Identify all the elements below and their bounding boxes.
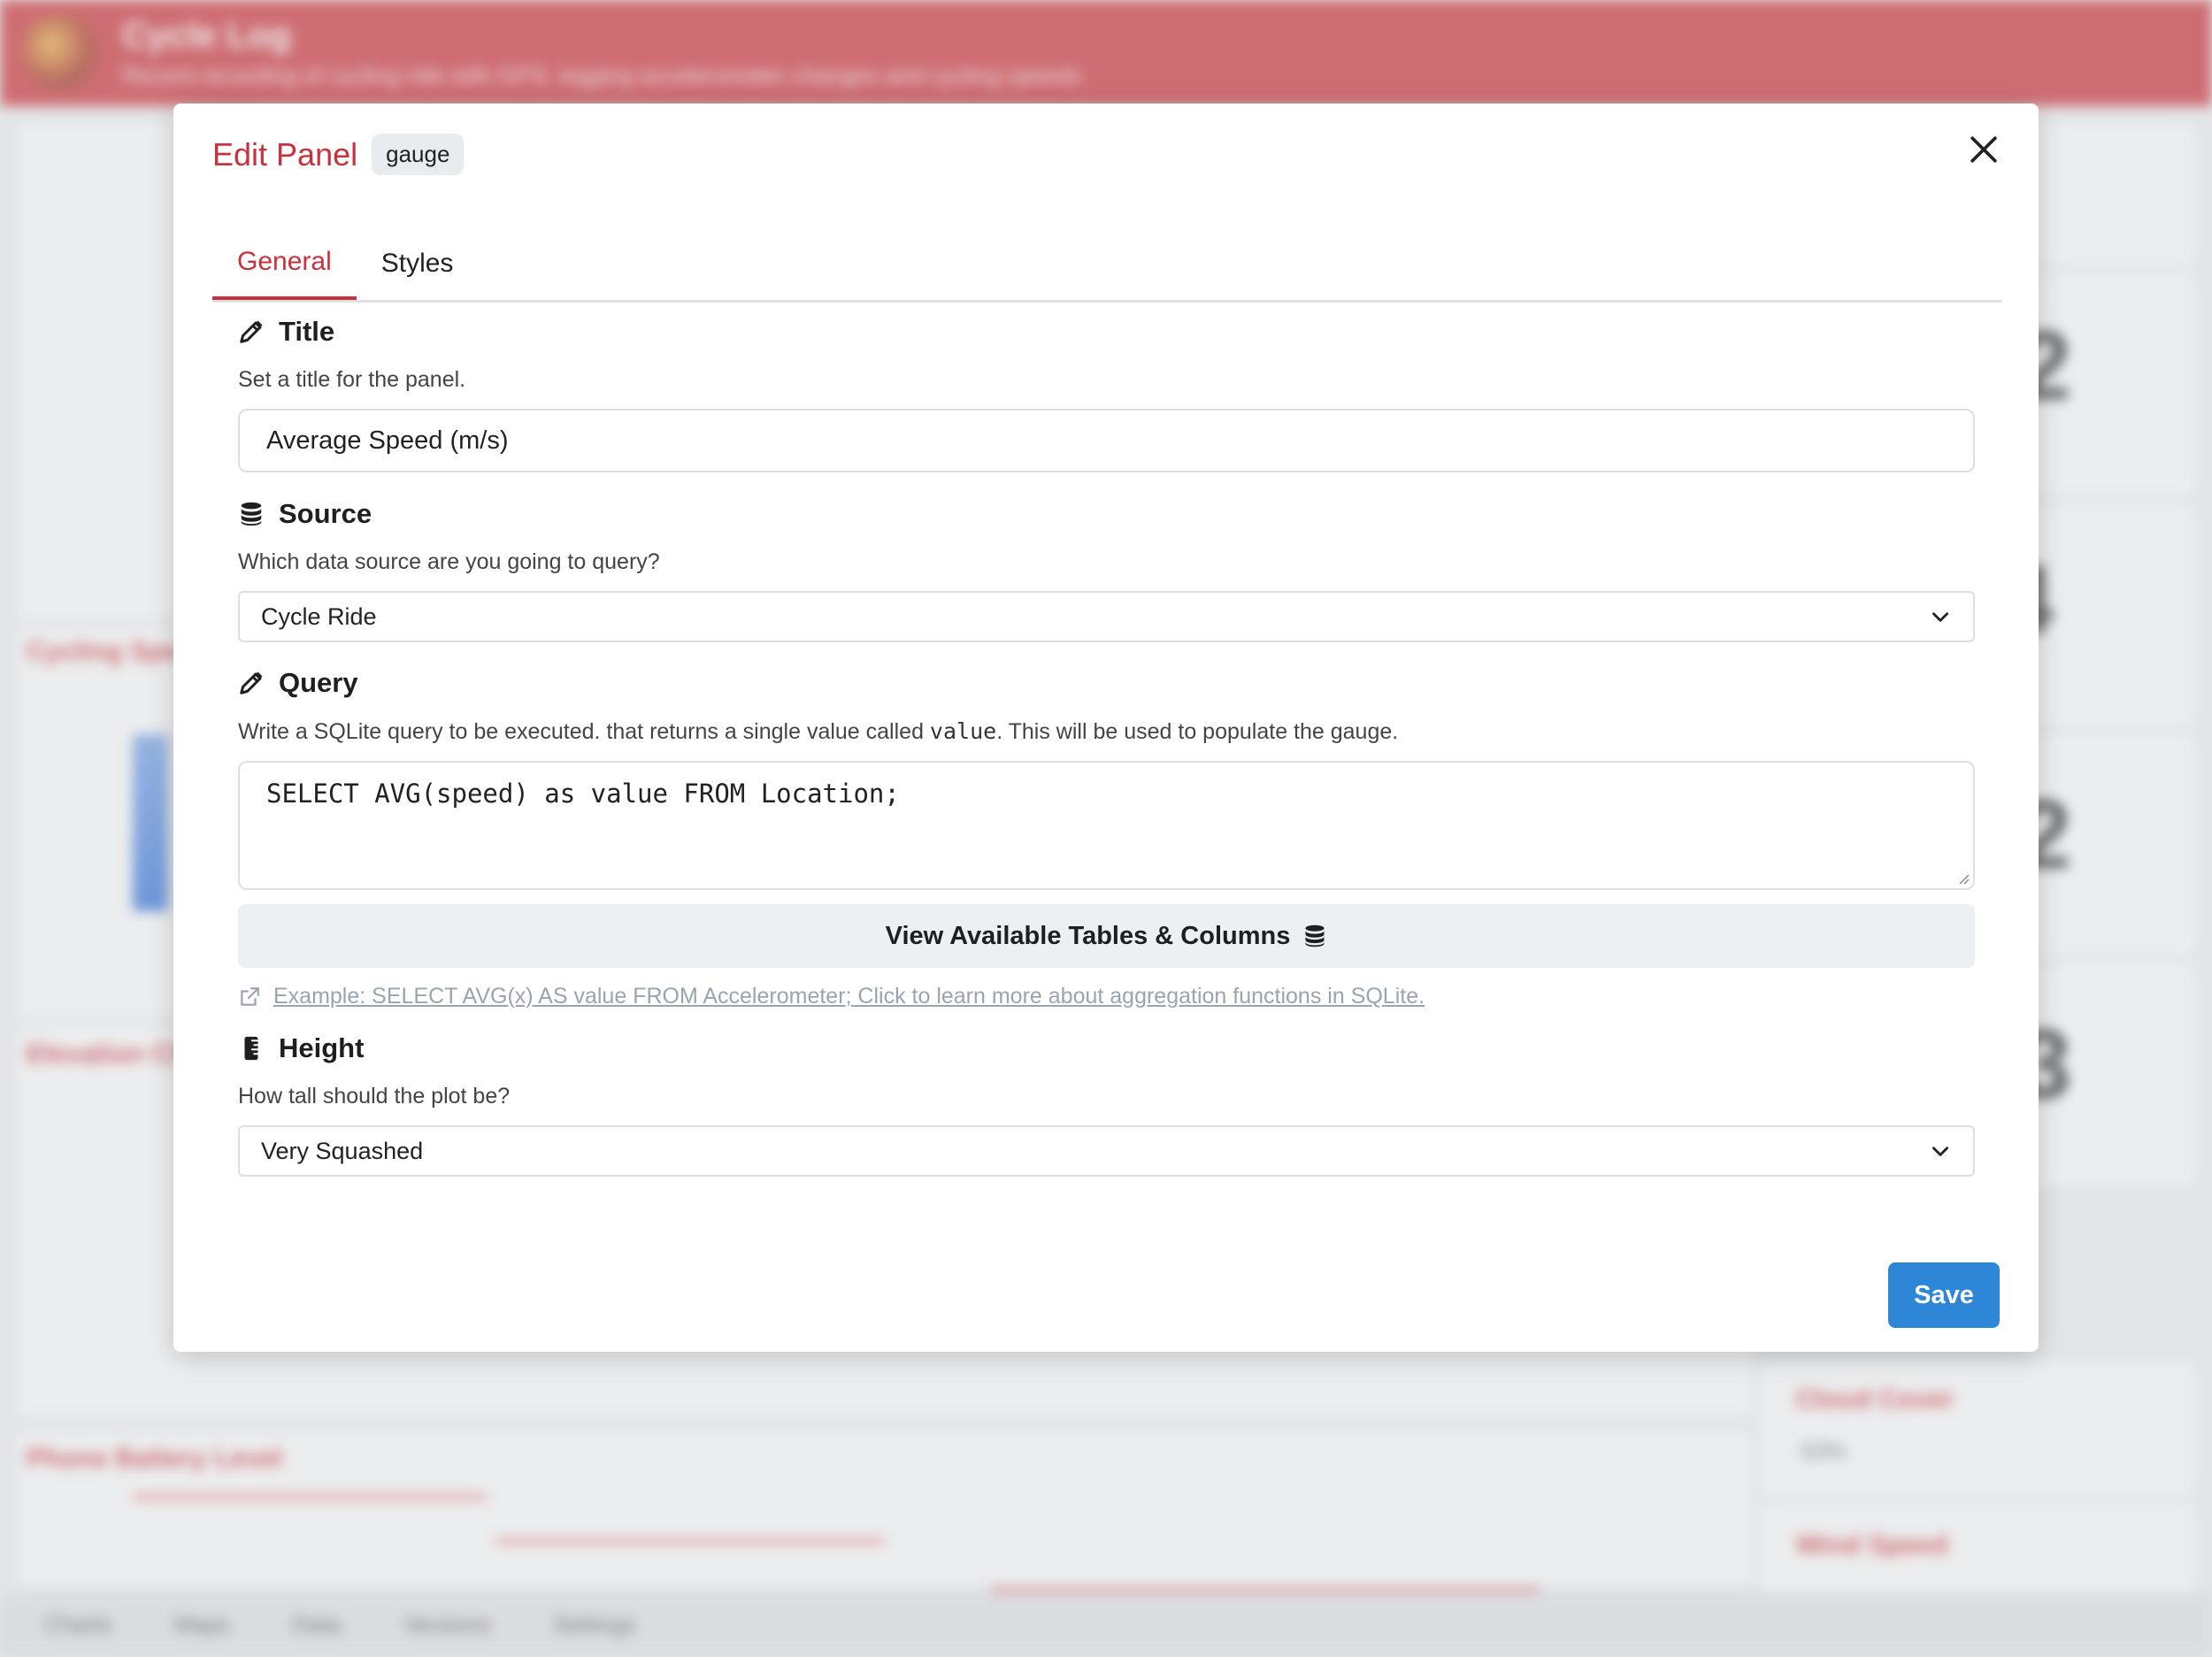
source-select[interactable]: Cycle Ride (238, 591, 1975, 642)
tab-bar: General Styles (212, 227, 2001, 303)
database-icon (241, 502, 262, 526)
edit-panel-modal: Edit Panel gauge General Styles Title Se… (173, 104, 2039, 1352)
query-help-prefix: Write a SQLite query to be executed. tha… (238, 719, 930, 744)
query-label: Query (238, 667, 1975, 699)
close-button[interactable] (1964, 130, 2003, 169)
pencil-icon (240, 320, 263, 343)
panel-title-input[interactable]: Average Speed (m/s) (238, 409, 1975, 472)
section-label-text: Source (279, 498, 373, 529)
source-help: Which data source are you going to query… (238, 549, 660, 574)
panel-type-badge: gauge (372, 134, 465, 175)
query-textarea[interactable]: SELECT AVG(speed) as value FROM Location… (238, 761, 1975, 890)
example-link[interactable]: Example: SELECT AVG(x) AS value FROM Acc… (273, 984, 1425, 1009)
close-icon (1970, 136, 1997, 163)
save-button[interactable]: Save (1888, 1262, 2000, 1328)
modal-header: Edit Panel gauge (212, 134, 465, 175)
height-selected-value: Very Squashed (261, 1137, 424, 1164)
query-section: Query Write a SQLite query to be execute… (238, 667, 1975, 1009)
chevron-down-icon (1932, 1147, 1948, 1156)
title-label: Title (238, 316, 1975, 348)
title-help: Set a title for the panel. (238, 367, 466, 392)
pencil-icon (240, 671, 263, 694)
title-section: Title Set a title for the panel. Average… (238, 316, 1975, 472)
modal-title: Edit Panel (212, 135, 358, 173)
height-select[interactable]: Very Squashed (238, 1125, 1975, 1177)
example-link-row: Example: SELECT AVG(x) AS value FROM Acc… (238, 984, 1975, 1009)
source-selected-value: Cycle Ride (261, 602, 377, 630)
source-section: Source Which data source are you going t… (238, 498, 1975, 642)
tab-general[interactable]: General (212, 227, 357, 300)
section-label-text: Query (279, 667, 358, 698)
external-link-icon (241, 986, 259, 1006)
query-help-suffix: . This will be used to populate the gaug… (996, 719, 1399, 744)
height-section: Height How tall should the plot be? Very… (238, 1032, 1975, 1177)
database-icon (1305, 924, 1325, 947)
height-label: Height (238, 1032, 1975, 1064)
section-label-text: Title (279, 316, 335, 347)
query-help: Write a SQLite query to be executed. tha… (238, 718, 1975, 745)
resize-grip-icon[interactable] (1955, 871, 1970, 885)
view-tables-label: View Available Tables & Columns (885, 921, 1291, 950)
view-tables-button[interactable]: View Available Tables & Columns (238, 904, 1975, 968)
query-text: SELECT AVG(speed) as value FROM Location… (266, 779, 900, 809)
tab-styles[interactable]: Styles (357, 227, 479, 300)
chevron-down-icon (1932, 612, 1948, 622)
ruler-icon (244, 1036, 258, 1061)
source-label: Source (238, 498, 1975, 530)
height-help: How tall should the plot be? (238, 1084, 511, 1109)
query-help-code: value (929, 718, 997, 744)
section-label-text: Height (279, 1032, 365, 1063)
